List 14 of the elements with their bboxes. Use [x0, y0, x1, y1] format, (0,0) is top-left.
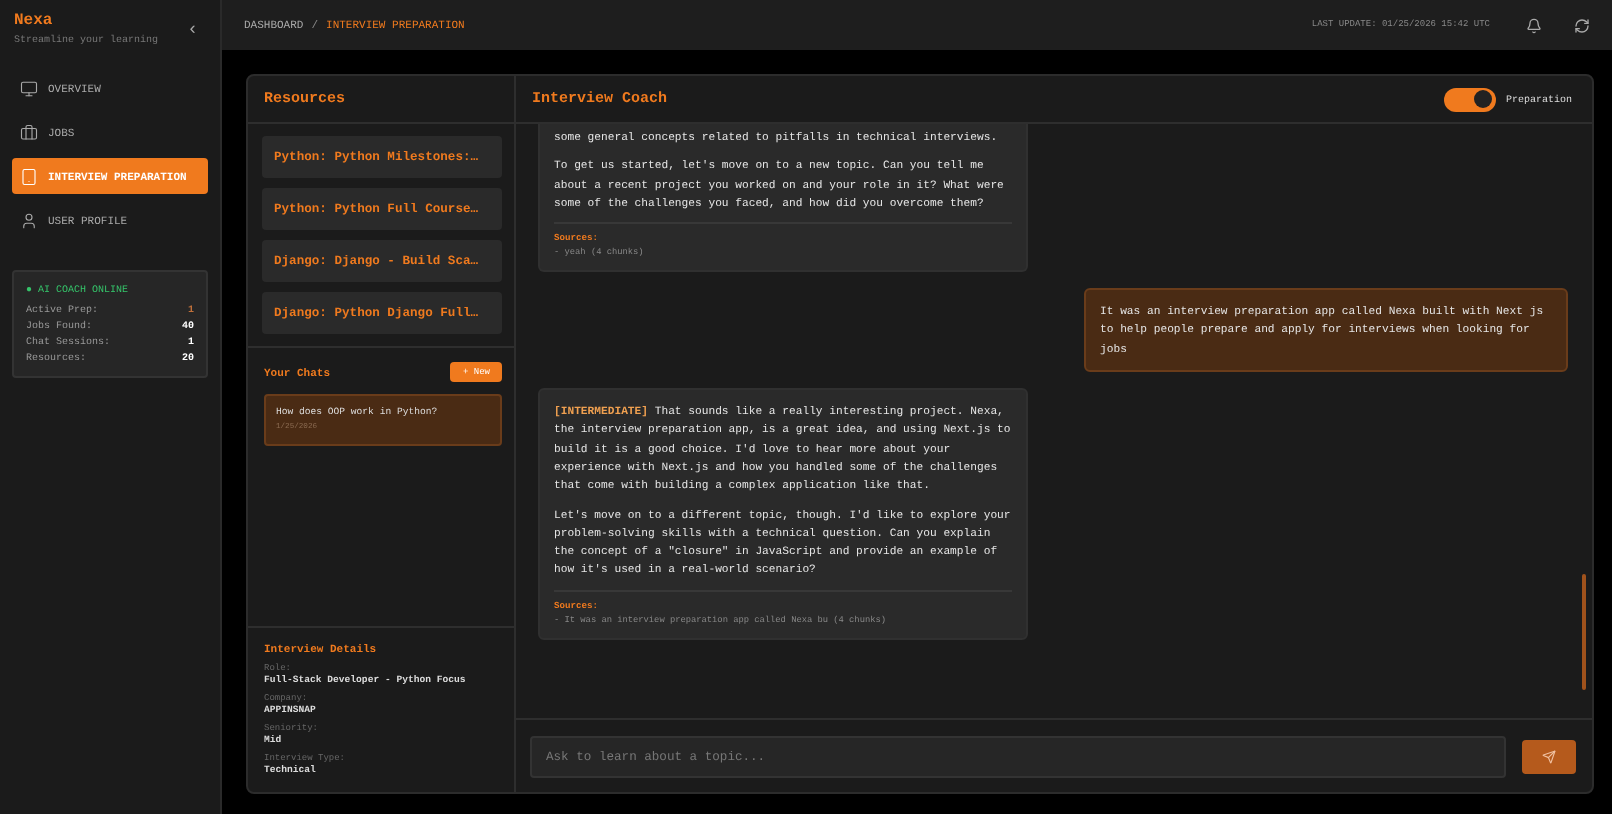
tablet-icon	[20, 167, 38, 185]
collapse-button[interactable]: ‹	[187, 20, 198, 40]
refresh-button[interactable]	[1574, 17, 1590, 33]
refresh-icon	[1574, 17, 1590, 33]
mode-toggle[interactable]	[1443, 87, 1496, 111]
send-button[interactable]	[1522, 739, 1576, 773]
bell-icon	[1526, 17, 1542, 33]
monitor-icon	[20, 79, 38, 97]
send-icon	[1542, 749, 1556, 763]
briefcase-icon	[20, 123, 38, 141]
brand-name: Nexa	[14, 12, 55, 30]
scrollbar-thumb[interactable]	[1582, 574, 1586, 690]
notifications-button[interactable]	[1526, 17, 1542, 33]
user-icon	[20, 211, 38, 229]
